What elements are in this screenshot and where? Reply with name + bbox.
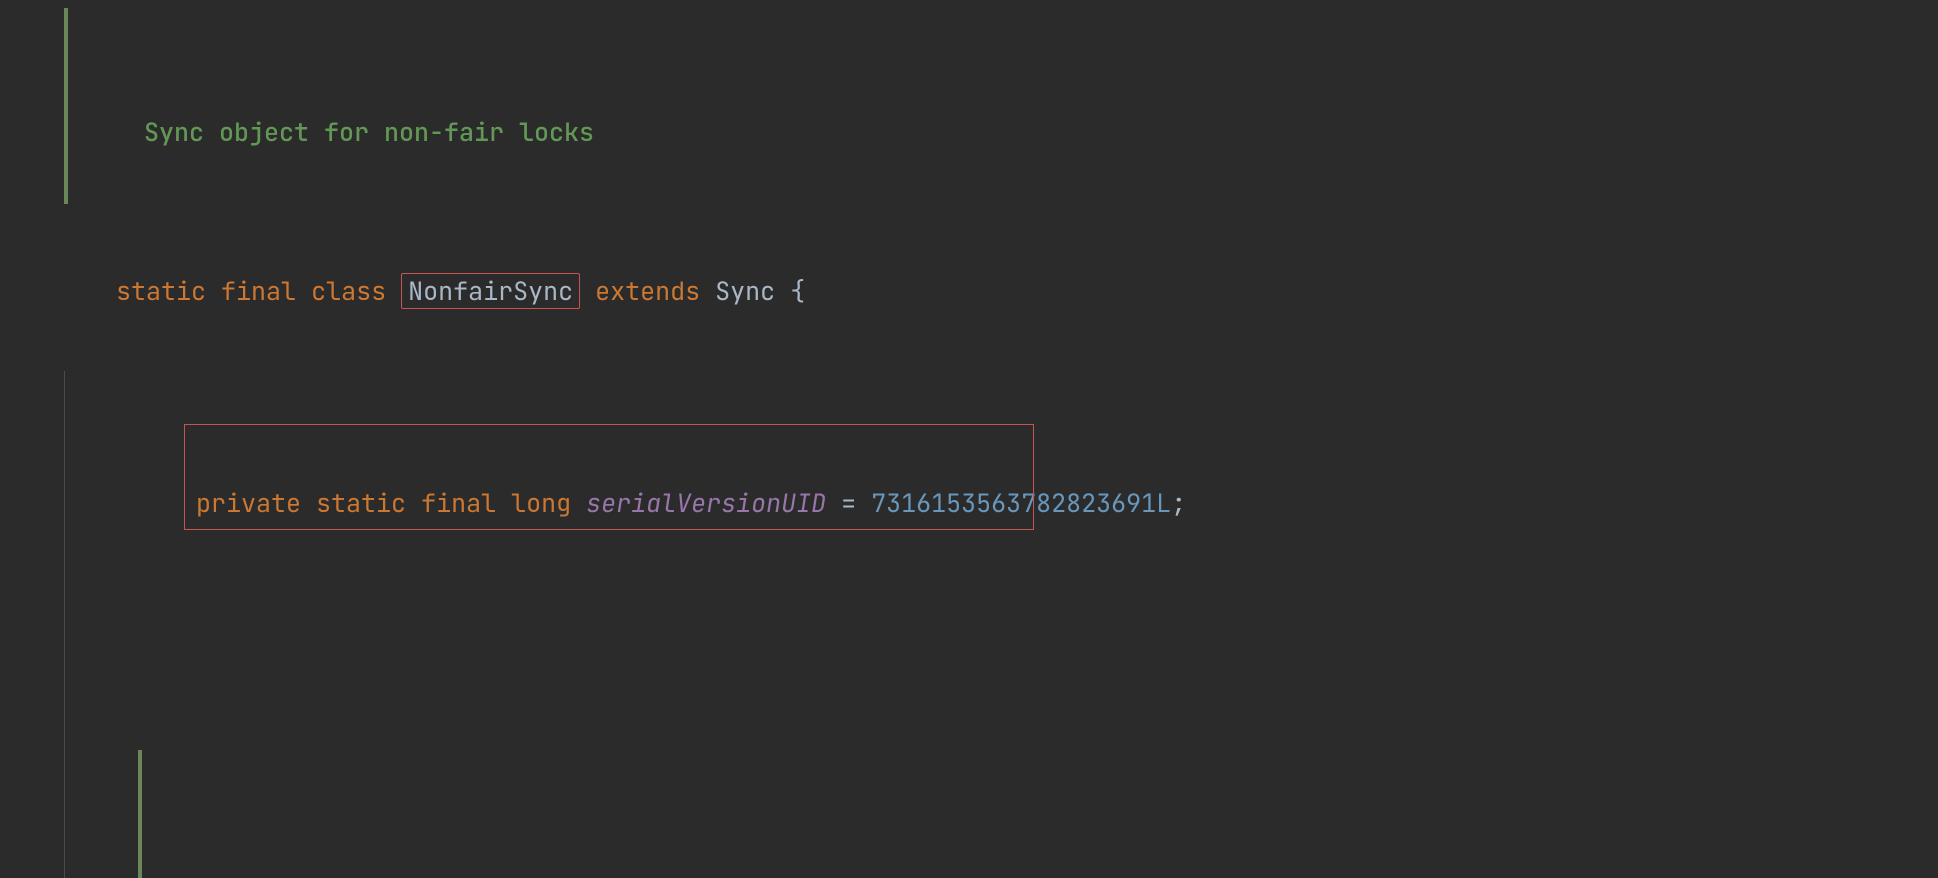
field-value: 7316153563782823691L	[871, 486, 1171, 520]
method-doc-line: Performs lock. Try immediate barge, back…	[56, 742, 1938, 878]
type-long: long	[511, 486, 571, 520]
indent-guide	[64, 583, 65, 742]
indent-guide	[64, 742, 65, 878]
keyword-class: class	[311, 274, 386, 308]
keyword-final: final	[221, 274, 296, 308]
keyword-extends: extends	[595, 274, 700, 308]
field-declaration: private static final long serialVersionU…	[56, 371, 1938, 583]
class-name[interactable]: NonfairSync	[401, 273, 580, 309]
equals: =	[826, 486, 871, 520]
class-declaration: static final class NonfairSync extends S…	[56, 212, 1938, 371]
super-class-name: Sync	[715, 274, 775, 308]
keyword-static: static	[116, 274, 206, 308]
blank-line	[56, 583, 1938, 742]
keyword-final: final	[421, 486, 496, 520]
doc-gutter-bar	[138, 750, 142, 878]
class-doc-comment: Sync object for non-fair locks	[144, 115, 594, 149]
semicolon: ;	[1171, 486, 1186, 520]
class-doc-line: Sync object for non-fair locks	[56, 0, 1938, 212]
indent-guide	[64, 371, 65, 583]
keyword-private: private	[196, 486, 301, 520]
field-name: serialVersionUID	[586, 486, 826, 520]
code-editor[interactable]: Sync object for non-fair locks static fi…	[0, 0, 1938, 878]
open-brace: {	[790, 274, 805, 308]
keyword-static: static	[316, 486, 406, 520]
doc-gutter-bar	[64, 8, 68, 204]
